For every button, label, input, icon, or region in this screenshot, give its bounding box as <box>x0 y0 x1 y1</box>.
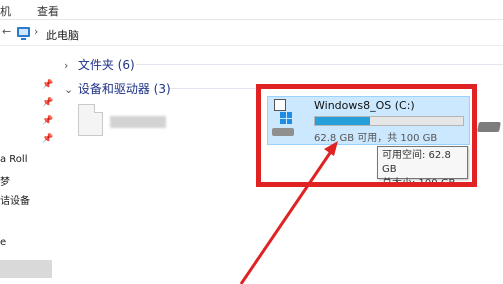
annotation-arrow-head <box>324 141 338 156</box>
annotation-arrow-line <box>239 149 334 284</box>
annotation-arrow <box>239 141 338 284</box>
